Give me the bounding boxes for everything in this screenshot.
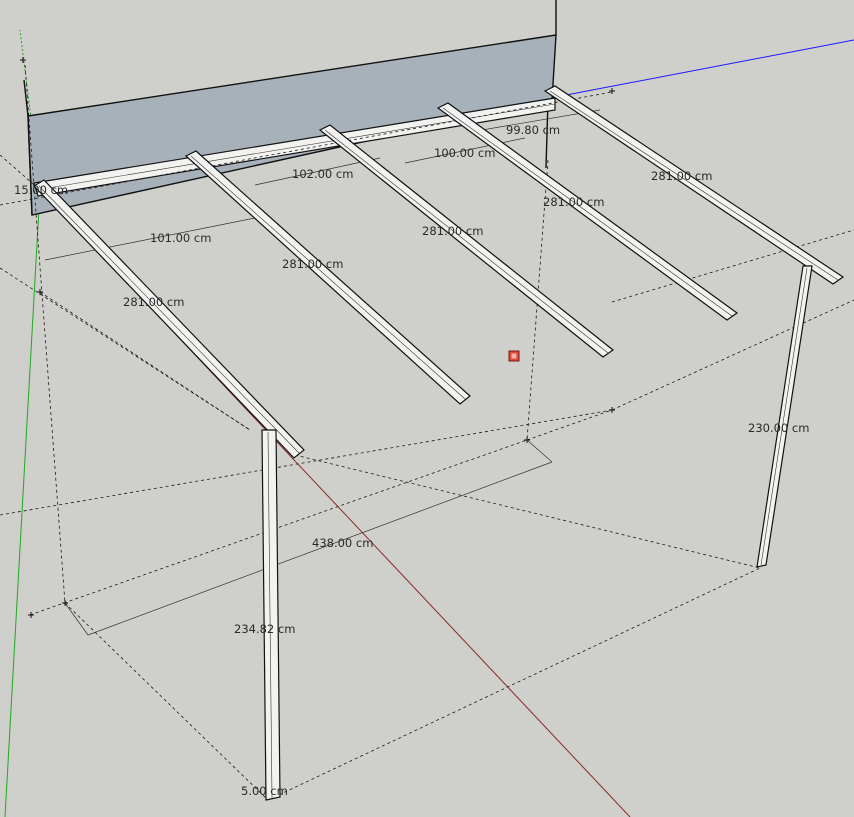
dim-spacing-3: 100.00 cm (434, 146, 495, 160)
modeling-viewport[interactable]: 15.00 cm 101.00 cm 102.00 cm 100.00 cm 9… (0, 0, 854, 817)
post-front[interactable] (261, 429, 281, 801)
dim-post-back: 230.00 cm (748, 421, 809, 435)
dim-span: 438.00 cm (312, 536, 373, 550)
dim-left-small: 15.00 cm (14, 183, 68, 197)
dim-spacing-4: 99.80 cm (506, 123, 560, 137)
selection-marker-icon[interactable] (508, 350, 520, 362)
blue-axis (539, 39, 854, 101)
dim-rafter-4: 281.00 cm (543, 195, 604, 209)
dim-rafter-3: 281.00 cm (422, 224, 483, 238)
green-axis (4, 189, 41, 817)
post-back[interactable] (756, 265, 813, 568)
scene-canvas[interactable]: 15.00 cm 101.00 cm 102.00 cm 100.00 cm 9… (0, 0, 854, 817)
dim-post-width: 5.00 cm (241, 784, 288, 798)
rafter-4[interactable] (436, 102, 739, 321)
dim-rafter-5: 281.00 cm (651, 169, 712, 183)
rafter-5[interactable] (543, 85, 845, 285)
dim-rafter-2: 281.00 cm (282, 257, 343, 271)
dim-post-front: 234.82 cm (234, 622, 295, 636)
dim-spacing-2: 102.00 cm (292, 167, 353, 181)
dim-rafter-1: 281.00 cm (123, 295, 184, 309)
dimension-labels: 15.00 cm 101.00 cm 102.00 cm 100.00 cm 9… (14, 123, 809, 798)
rafter-2[interactable] (184, 150, 471, 405)
dim-spacing-1: 101.00 cm (150, 231, 211, 245)
